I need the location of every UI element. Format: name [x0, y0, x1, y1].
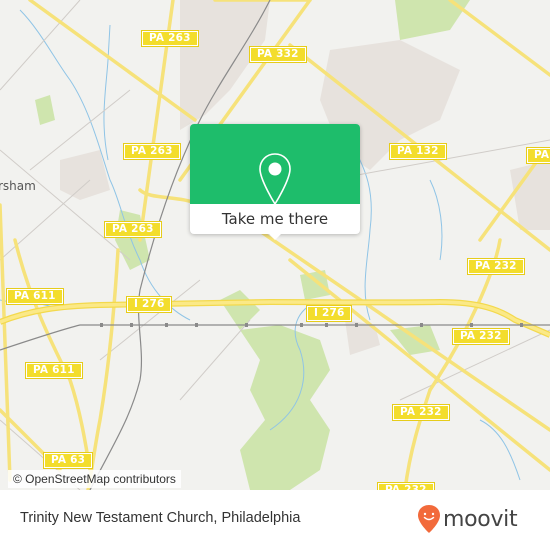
road-segment [0, 203, 12, 482]
minor-road [179, 319, 251, 401]
map-attribution[interactable]: © OpenStreetMap contributors [8, 470, 181, 488]
stream [103, 24, 111, 161]
location-popup: Take me there [190, 124, 360, 240]
map-canvas [0, 0, 550, 490]
route-shield-pa132: PA 132 [389, 143, 447, 160]
route-shield-pa263: PA 263 [141, 30, 199, 47]
route-shield-i276: I 276 [125, 296, 173, 313]
route-shield-pa: PA [525, 147, 550, 164]
location-title: Trinity New Testament Church, Philadelph… [20, 510, 301, 526]
route-shield-pa232: PA 232 [377, 482, 435, 490]
moovit-logo[interactable]: moovit [417, 504, 518, 534]
park [220, 290, 260, 330]
route-shield-pa232: PA 232 [392, 404, 450, 421]
route-shield-i276: I 276 [305, 305, 353, 322]
moovit-wordmark: moovit [443, 506, 518, 532]
place-label: rsham [0, 179, 36, 193]
map-pin-icon [259, 153, 291, 206]
route-shield-pa611: PA 611 [6, 288, 64, 305]
park [240, 325, 330, 490]
road-segment [448, 0, 550, 77]
route-shield-pa232: PA 232 [452, 328, 510, 345]
urban-area [180, 0, 270, 130]
park [115, 210, 150, 270]
route-shield-pa332: PA 332 [249, 46, 307, 63]
stream [429, 179, 443, 261]
road-segment [288, 258, 550, 472]
route-shield-pa263: PA 263 [104, 221, 162, 238]
map[interactable]: PA 263 PA 332 PA 263 PA 132 PA PA 263 PA… [0, 0, 550, 490]
popup-tail [267, 232, 283, 240]
route-shield-pa232: PA 232 [467, 258, 525, 275]
route-shield-pa263: PA 263 [123, 143, 181, 160]
route-shield-pa611: PA 611 [25, 362, 83, 379]
route-shield-pa63: PA 63 [42, 452, 94, 469]
moovit-smile-pin-icon [418, 505, 440, 533]
road-segment [86, 248, 120, 490]
footer: Trinity New Testament Church, Philadelph… [0, 490, 550, 550]
park [35, 95, 55, 125]
take-me-there-button[interactable]: Take me there [190, 204, 360, 234]
popup-header [190, 124, 360, 206]
